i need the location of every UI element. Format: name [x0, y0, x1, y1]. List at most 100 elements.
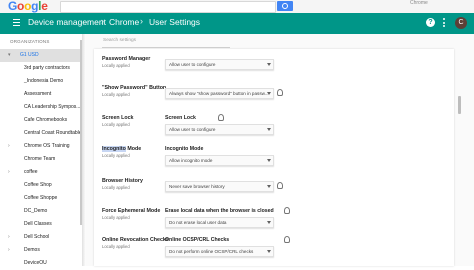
sidebar-item-label: Central Coast Roundtable — [24, 130, 82, 136]
sidebar-item[interactable]: 3rd party contractors — [0, 62, 82, 75]
sidebar-item-label: coffee — [24, 169, 38, 175]
sidebar-item-label: Chrome Team — [24, 156, 56, 162]
sidebar-item-label: 3rd party contractors — [24, 65, 70, 71]
chevron-right-icon: › — [101, 16, 104, 26]
sidebar-item-label: DeviceOU — [24, 260, 47, 266]
sidebar-item-label: Demos — [24, 247, 40, 253]
chevron-right-icon[interactable]: › — [8, 140, 10, 153]
sidebar-item-label: Dell Classes — [24, 221, 52, 227]
google-search-input[interactable] — [60, 1, 276, 13]
sidebar-item-label: CA Leadership Sympos... — [24, 104, 81, 110]
help-icon[interactable]: ? — [426, 18, 435, 27]
sidebar-item-label: _Indonesia Demo — [24, 78, 64, 84]
setting-name: "Show Password" Button — [102, 85, 167, 91]
browser-top-bar: Google Chrome — [0, 0, 474, 14]
dropdown-value: Allow user to configure — [169, 62, 216, 67]
more-options-icon[interactable] — [443, 18, 445, 28]
caret-down-icon — [267, 63, 271, 66]
sidebar-item[interactable]: › coffee — [0, 166, 82, 179]
sidebar-item[interactable]: Dell Classes — [0, 218, 82, 231]
setting-label: Screen Lock — [165, 115, 196, 121]
setting-name: Force Ephemeral Mode — [102, 208, 161, 214]
caret-down-icon — [267, 128, 271, 131]
setting-dropdown[interactable]: Do not perform online OCSP/CRL checks — [165, 246, 274, 257]
setting-name: Screen Lock — [102, 115, 134, 121]
chevron-right-icon[interactable]: › — [8, 231, 10, 244]
sidebar-item-label: Assessment — [24, 91, 52, 97]
setting-label: Incognito Mode — [165, 146, 204, 152]
dropdown-value: Allow incognito mode — [169, 158, 213, 163]
caret-down-icon — [267, 159, 271, 162]
search-placeholder: Search settings — [103, 38, 137, 43]
chevron-right-icon[interactable]: › — [8, 244, 10, 257]
settings-panel: Search settings Password Manager Locally … — [86, 34, 474, 266]
sidebar-item-label: Chrome OS Training — [24, 143, 70, 149]
google-logo[interactable]: Google — [8, 0, 48, 13]
sidebar-item-label: G1 USD — [20, 52, 39, 58]
lightbulb-icon[interactable] — [284, 236, 290, 243]
sidebar-item-label: Coffee Shoppe — [24, 195, 58, 201]
dropdown-value: Allow user to configure — [169, 127, 216, 132]
lightbulb-icon[interactable] — [277, 89, 283, 96]
avatar[interactable]: C — [455, 17, 467, 29]
lightbulb-icon[interactable] — [284, 207, 290, 214]
setting-dropdown[interactable]: Do not erase local user data — [165, 217, 274, 228]
sidebar-item[interactable]: _Indonesia Demo — [0, 75, 82, 88]
sidebar-item-label: Cafe Chromebooks — [24, 117, 68, 123]
sidebar-item-label: Coffee Shop — [24, 182, 52, 188]
setting-name: Incognito Mode — [102, 146, 141, 152]
lightbulb-icon[interactable] — [277, 182, 283, 189]
setting-name: Password Manager — [102, 56, 151, 62]
content-scrollbar[interactable] — [458, 96, 461, 114]
sidebar-item[interactable]: Cafe Chromebooks — [0, 114, 82, 127]
setting-dropdown[interactable]: Allow incognito mode — [165, 155, 274, 166]
chevron-right-icon[interactable]: › — [8, 166, 10, 179]
sidebar-item[interactable]: Coffee Shop — [0, 179, 82, 192]
lightbulb-icon[interactable] — [218, 114, 224, 121]
setting-dropdown[interactable]: Allow user to configure — [165, 59, 274, 70]
dropdown-value: Do not erase local user data — [169, 220, 227, 225]
dropdown-value: Never save browser history — [169, 184, 225, 189]
sidebar-heading: ORGANIZATIONS — [10, 39, 50, 44]
settings-card: Password Manager Locally applied Allow use… — [94, 49, 454, 266]
setting-label: Online OCSP/CRL Checks — [165, 237, 230, 243]
org-sidebar: ORGANIZATIONS ▾ G1 USD 3rd party contracto… — [0, 34, 82, 266]
breadcrumb-chrome[interactable]: Chrome — [109, 17, 139, 27]
caret-down-icon — [267, 185, 271, 188]
setting-dropdown[interactable]: Never save browser history — [165, 181, 274, 192]
sidebar-item[interactable]: Assessment — [0, 88, 82, 101]
setting-dropdown[interactable]: Always show "show password" button in pa… — [165, 88, 274, 99]
breadcrumb-user-settings: User Settings — [149, 17, 201, 27]
sidebar-item[interactable]: CA Leadership Sympos... — [0, 101, 82, 114]
sidebar-item-label: DC_Demo — [24, 208, 48, 214]
sidebar-item[interactable]: ▾ G1 USD — [0, 49, 82, 62]
top-link[interactable]: Chrome — [410, 0, 428, 6]
sidebar-item[interactable]: › Chrome OS Training — [0, 140, 82, 153]
locally-applied-label: Locally applied — [102, 122, 130, 127]
search-icon[interactable] — [277, 1, 293, 11]
sidebar-item[interactable]: Chrome Team — [0, 153, 82, 166]
sidebar-item[interactable]: DeviceOU — [0, 257, 82, 270]
sidebar-item[interactable]: Coffee Shoppe — [0, 192, 82, 205]
chevron-down-icon[interactable]: ▾ — [8, 49, 11, 62]
setting-label: Erase local data when the browser is clo… — [165, 208, 274, 214]
locally-applied-label: Locally applied — [102, 215, 130, 220]
sidebar-item[interactable]: Central Coast Roundtable — [0, 127, 82, 140]
locally-applied-label: Locally applied — [102, 185, 130, 190]
settings-search-input[interactable]: Search settings — [102, 37, 230, 48]
setting-name: Online Revocation Checks — [102, 237, 169, 243]
locally-applied-label: Locally applied — [102, 63, 130, 68]
sidebar-item[interactable]: DC_Demo — [0, 205, 82, 218]
chevron-right-icon: › — [140, 16, 143, 26]
setting-dropdown[interactable]: Allow user to configure — [165, 124, 274, 135]
breadcrumb-device-management[interactable]: Device management — [28, 17, 106, 27]
hamburger-menu-icon[interactable] — [13, 19, 20, 27]
setting-name-rest: Mode — [125, 146, 142, 152]
caret-down-icon — [267, 250, 271, 253]
caret-down-icon — [267, 221, 271, 224]
sidebar-item[interactable]: › Dell School — [0, 231, 82, 244]
locally-applied-label: Locally applied — [102, 244, 130, 249]
app-header: Device management › Chrome › User Settin… — [0, 13, 474, 34]
sidebar-item[interactable]: › Demos — [0, 244, 82, 257]
search-highlight: Incognito — [102, 146, 126, 152]
